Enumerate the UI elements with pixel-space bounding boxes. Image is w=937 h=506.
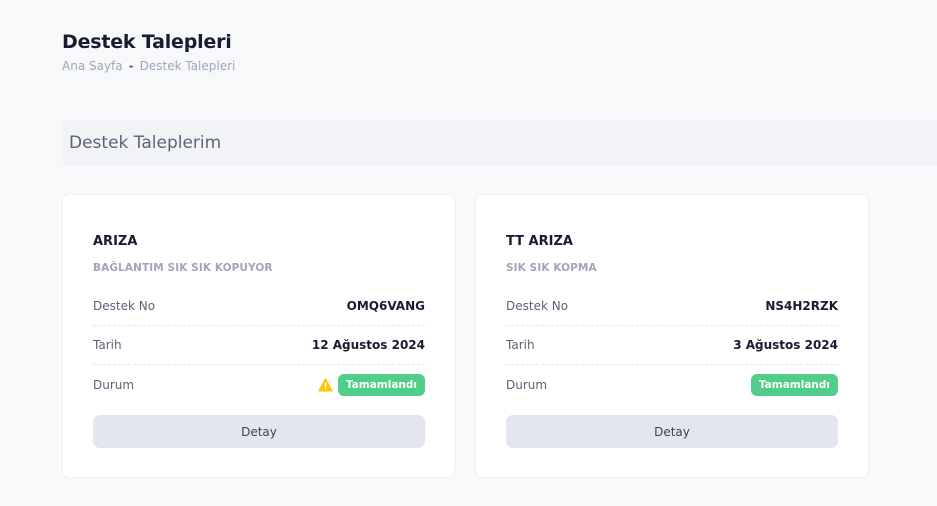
ticket-date-row: Tarih 3 Ağustos 2024 — [506, 326, 838, 365]
status-badge: Tamamlandı — [750, 373, 838, 396]
ticket-date-label: Tarih — [506, 338, 535, 352]
ticket-status: Tamamlandı — [317, 373, 425, 396]
section-header: Destek Taleplerim — [62, 120, 937, 166]
ticket-subject: BAĞLANTIM SIK SIK KOPUYOR — [93, 262, 273, 274]
breadcrumb: Ana Sayfa - Destek Talepleri — [62, 59, 235, 73]
ticket-date-value: 12 Ağustos 2024 — [311, 338, 425, 352]
detail-button[interactable]: Detay — [506, 415, 838, 448]
page-title: Destek Talepleri — [62, 31, 232, 53]
ticket-number-value: NS4H2RZK — [765, 299, 838, 313]
ticket-number-label: Destek No — [506, 299, 569, 313]
ticket-subject: SIK SIK KOPMA — [506, 262, 597, 274]
detail-button[interactable]: Detay — [93, 415, 425, 448]
ticket-number-label: Destek No — [93, 299, 156, 313]
section-title: Destek Taleplerim — [69, 133, 222, 153]
ticket-status-row: Durum Tamamlandı — [506, 365, 838, 404]
ticket-number-value: OMQ6VANG — [346, 299, 425, 313]
ticket-status-row: Durum Tamamlandı — [93, 365, 425, 404]
breadcrumb-separator: - — [128, 59, 134, 73]
ticket-date-value: 3 Ağustos 2024 — [733, 338, 838, 352]
ticket-date-label: Tarih — [93, 338, 122, 352]
ticket-number-row: Destek No OMQ6VANG — [93, 287, 425, 326]
ticket-number-row: Destek No NS4H2RZK — [506, 287, 838, 326]
ticket-status: Tamamlandı — [750, 373, 838, 396]
warning-icon — [317, 377, 333, 392]
ticket-status-label: Durum — [506, 377, 548, 392]
page: Destek Talepleri Ana Sayfa - Destek Tale… — [0, 0, 937, 506]
ticket-card: TT ARIZA SIK SIK KOPMA Destek No NS4H2RZ… — [475, 194, 869, 478]
ticket-card: ARIZA BAĞLANTIM SIK SIK KOPUYOR Destek N… — [62, 194, 456, 478]
ticket-title: ARIZA — [93, 234, 138, 249]
ticket-date-row: Tarih 12 Ağustos 2024 — [93, 326, 425, 365]
status-badge: Tamamlandı — [337, 373, 425, 396]
ticket-title: TT ARIZA — [506, 234, 573, 249]
breadcrumb-home[interactable]: Ana Sayfa — [62, 59, 123, 73]
breadcrumb-current: Destek Talepleri — [139, 59, 236, 73]
ticket-status-label: Durum — [93, 377, 135, 392]
